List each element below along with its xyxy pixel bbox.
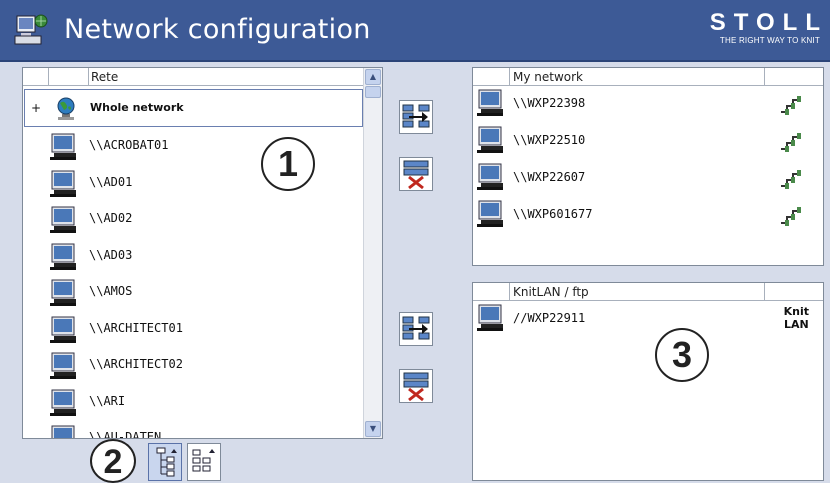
network-connection-icon bbox=[781, 96, 801, 115]
list-column-header[interactable]: KnitLAN / ftp bbox=[473, 283, 823, 301]
network-connection-icon bbox=[781, 133, 801, 152]
network-browser-list[interactable]: Rete + Whole network \\ACROBAT01 \\AD01 … bbox=[22, 67, 383, 439]
tree-view-icon bbox=[156, 447, 177, 477]
computer-icon bbox=[477, 200, 503, 227]
computer-icon bbox=[477, 304, 503, 331]
vertical-scrollbar[interactable]: ▲ ▼ bbox=[363, 68, 382, 438]
computer-name: \\ACROBAT01 bbox=[89, 138, 169, 152]
computer-icon bbox=[50, 206, 76, 233]
scroll-thumb[interactable] bbox=[365, 86, 381, 98]
computer-name: \\ARCHITECT01 bbox=[89, 320, 183, 335]
computer-icon bbox=[477, 89, 503, 116]
list-item[interactable]: \\ARCHITECT01 bbox=[23, 310, 364, 347]
column-divider bbox=[23, 68, 49, 86]
column-divider bbox=[49, 68, 89, 86]
callout-1: 1 bbox=[261, 137, 315, 191]
computer-name: \\ARI bbox=[89, 393, 126, 408]
computer-name: \\ARCHITECT02 bbox=[89, 357, 183, 371]
computer-icon bbox=[50, 389, 76, 416]
computer-icon bbox=[50, 316, 76, 343]
column-header-my-network: My network bbox=[513, 70, 584, 84]
network-computer-icon bbox=[14, 14, 48, 45]
network-connection-icon bbox=[781, 207, 801, 226]
computer-name: \\AMOS bbox=[89, 284, 133, 298]
list-item[interactable]: \\WXP22398 bbox=[473, 86, 823, 123]
add-to-my-network-button[interactable] bbox=[399, 100, 433, 134]
add-to-knitlan-button[interactable] bbox=[399, 312, 433, 346]
list-item[interactable]: \\WXP22510 bbox=[473, 123, 823, 160]
list-item[interactable]: \\WXP22607 bbox=[473, 160, 823, 197]
callout-2: 2 bbox=[90, 439, 136, 483]
whole-network-label: Whole network bbox=[90, 101, 184, 114]
column-header-rete: Rete bbox=[91, 70, 119, 84]
list-item[interactable]: //WXP22911 Knit LAN bbox=[473, 301, 823, 338]
my-network-list[interactable]: My network \\WXP22398 \\WXP22510 \\WXP22… bbox=[472, 67, 824, 266]
tree-view-button[interactable] bbox=[148, 443, 182, 481]
knitlan-list[interactable]: KnitLAN / ftp //WXP22911 Knit LAN bbox=[472, 282, 824, 481]
computer-icon bbox=[50, 133, 76, 160]
connection-type-label: Knit LAN bbox=[784, 305, 809, 331]
computer-icon bbox=[50, 352, 76, 379]
list-view-button[interactable] bbox=[187, 443, 221, 481]
computer-icon bbox=[50, 170, 76, 197]
computer-name: \\WXP22607 bbox=[513, 170, 586, 184]
computer-name: \\AU-DATEN bbox=[89, 430, 162, 439]
remove-from-knitlan-button[interactable] bbox=[399, 369, 433, 403]
globe-icon bbox=[57, 97, 75, 120]
list-column-header[interactable]: My network bbox=[473, 68, 823, 86]
brand-name: STOLL bbox=[709, 9, 828, 36]
list-view-icon bbox=[192, 449, 215, 472]
computer-name: \\WXP22510 bbox=[513, 133, 586, 147]
network-connection-icon bbox=[781, 170, 801, 189]
list-item[interactable]: \\AU-DATEN bbox=[23, 419, 364, 439]
computer-name: \\WXP601677 bbox=[513, 207, 593, 221]
list-column-header[interactable]: Rete bbox=[23, 68, 382, 86]
computer-name: //WXP22911 bbox=[513, 311, 586, 325]
callout-3: 3 bbox=[655, 328, 709, 382]
scroll-up-icon[interactable]: ▲ bbox=[365, 69, 381, 85]
header-bar: Network configuration STOLL THE RIGHT WA… bbox=[0, 0, 830, 62]
column-divider bbox=[764, 68, 765, 86]
brand-logo: STOLL THE RIGHT WAY TO KNIT bbox=[710, 10, 820, 46]
computer-name: \\AD02 bbox=[89, 211, 133, 225]
computer-icon bbox=[50, 243, 76, 270]
list-item[interactable]: \\AMOS bbox=[23, 273, 364, 310]
column-header-knitlan: KnitLAN / ftp bbox=[513, 285, 589, 299]
column-divider bbox=[473, 68, 510, 86]
computer-icon bbox=[477, 126, 503, 153]
computer-icon bbox=[50, 279, 76, 306]
remove-icon bbox=[403, 160, 429, 190]
remove-icon bbox=[403, 372, 429, 402]
computer-name: \\AD03 bbox=[89, 247, 133, 262]
add-arrow-icon bbox=[402, 316, 430, 340]
computer-name: \\WXP22398 bbox=[513, 96, 586, 110]
remove-from-my-network-button[interactable] bbox=[399, 157, 433, 191]
add-arrow-icon bbox=[402, 104, 430, 128]
computer-icon bbox=[51, 425, 75, 438]
column-divider bbox=[764, 283, 765, 301]
list-item[interactable]: \\ARI bbox=[23, 383, 364, 420]
page-title: Network configuration bbox=[64, 14, 371, 45]
list-item[interactable]: \\AD03 bbox=[23, 237, 364, 274]
brand-tagline: THE RIGHT WAY TO KNIT bbox=[719, 36, 820, 45]
connection-type-line-1: Knit bbox=[783, 305, 809, 318]
column-divider bbox=[473, 283, 510, 301]
computer-name: \\AD01 bbox=[89, 174, 133, 189]
list-item[interactable]: \\ARCHITECT02 bbox=[23, 346, 364, 383]
list-item[interactable]: \\AD02 bbox=[23, 200, 364, 237]
connection-type-line-2: LAN bbox=[783, 318, 809, 331]
whole-network-node[interactable]: + Whole network bbox=[24, 89, 363, 127]
expand-icon[interactable]: + bbox=[31, 101, 41, 115]
scroll-down-icon[interactable]: ▼ bbox=[365, 421, 381, 437]
computer-icon bbox=[477, 163, 503, 190]
list-item[interactable]: \\WXP601677 bbox=[473, 197, 823, 234]
